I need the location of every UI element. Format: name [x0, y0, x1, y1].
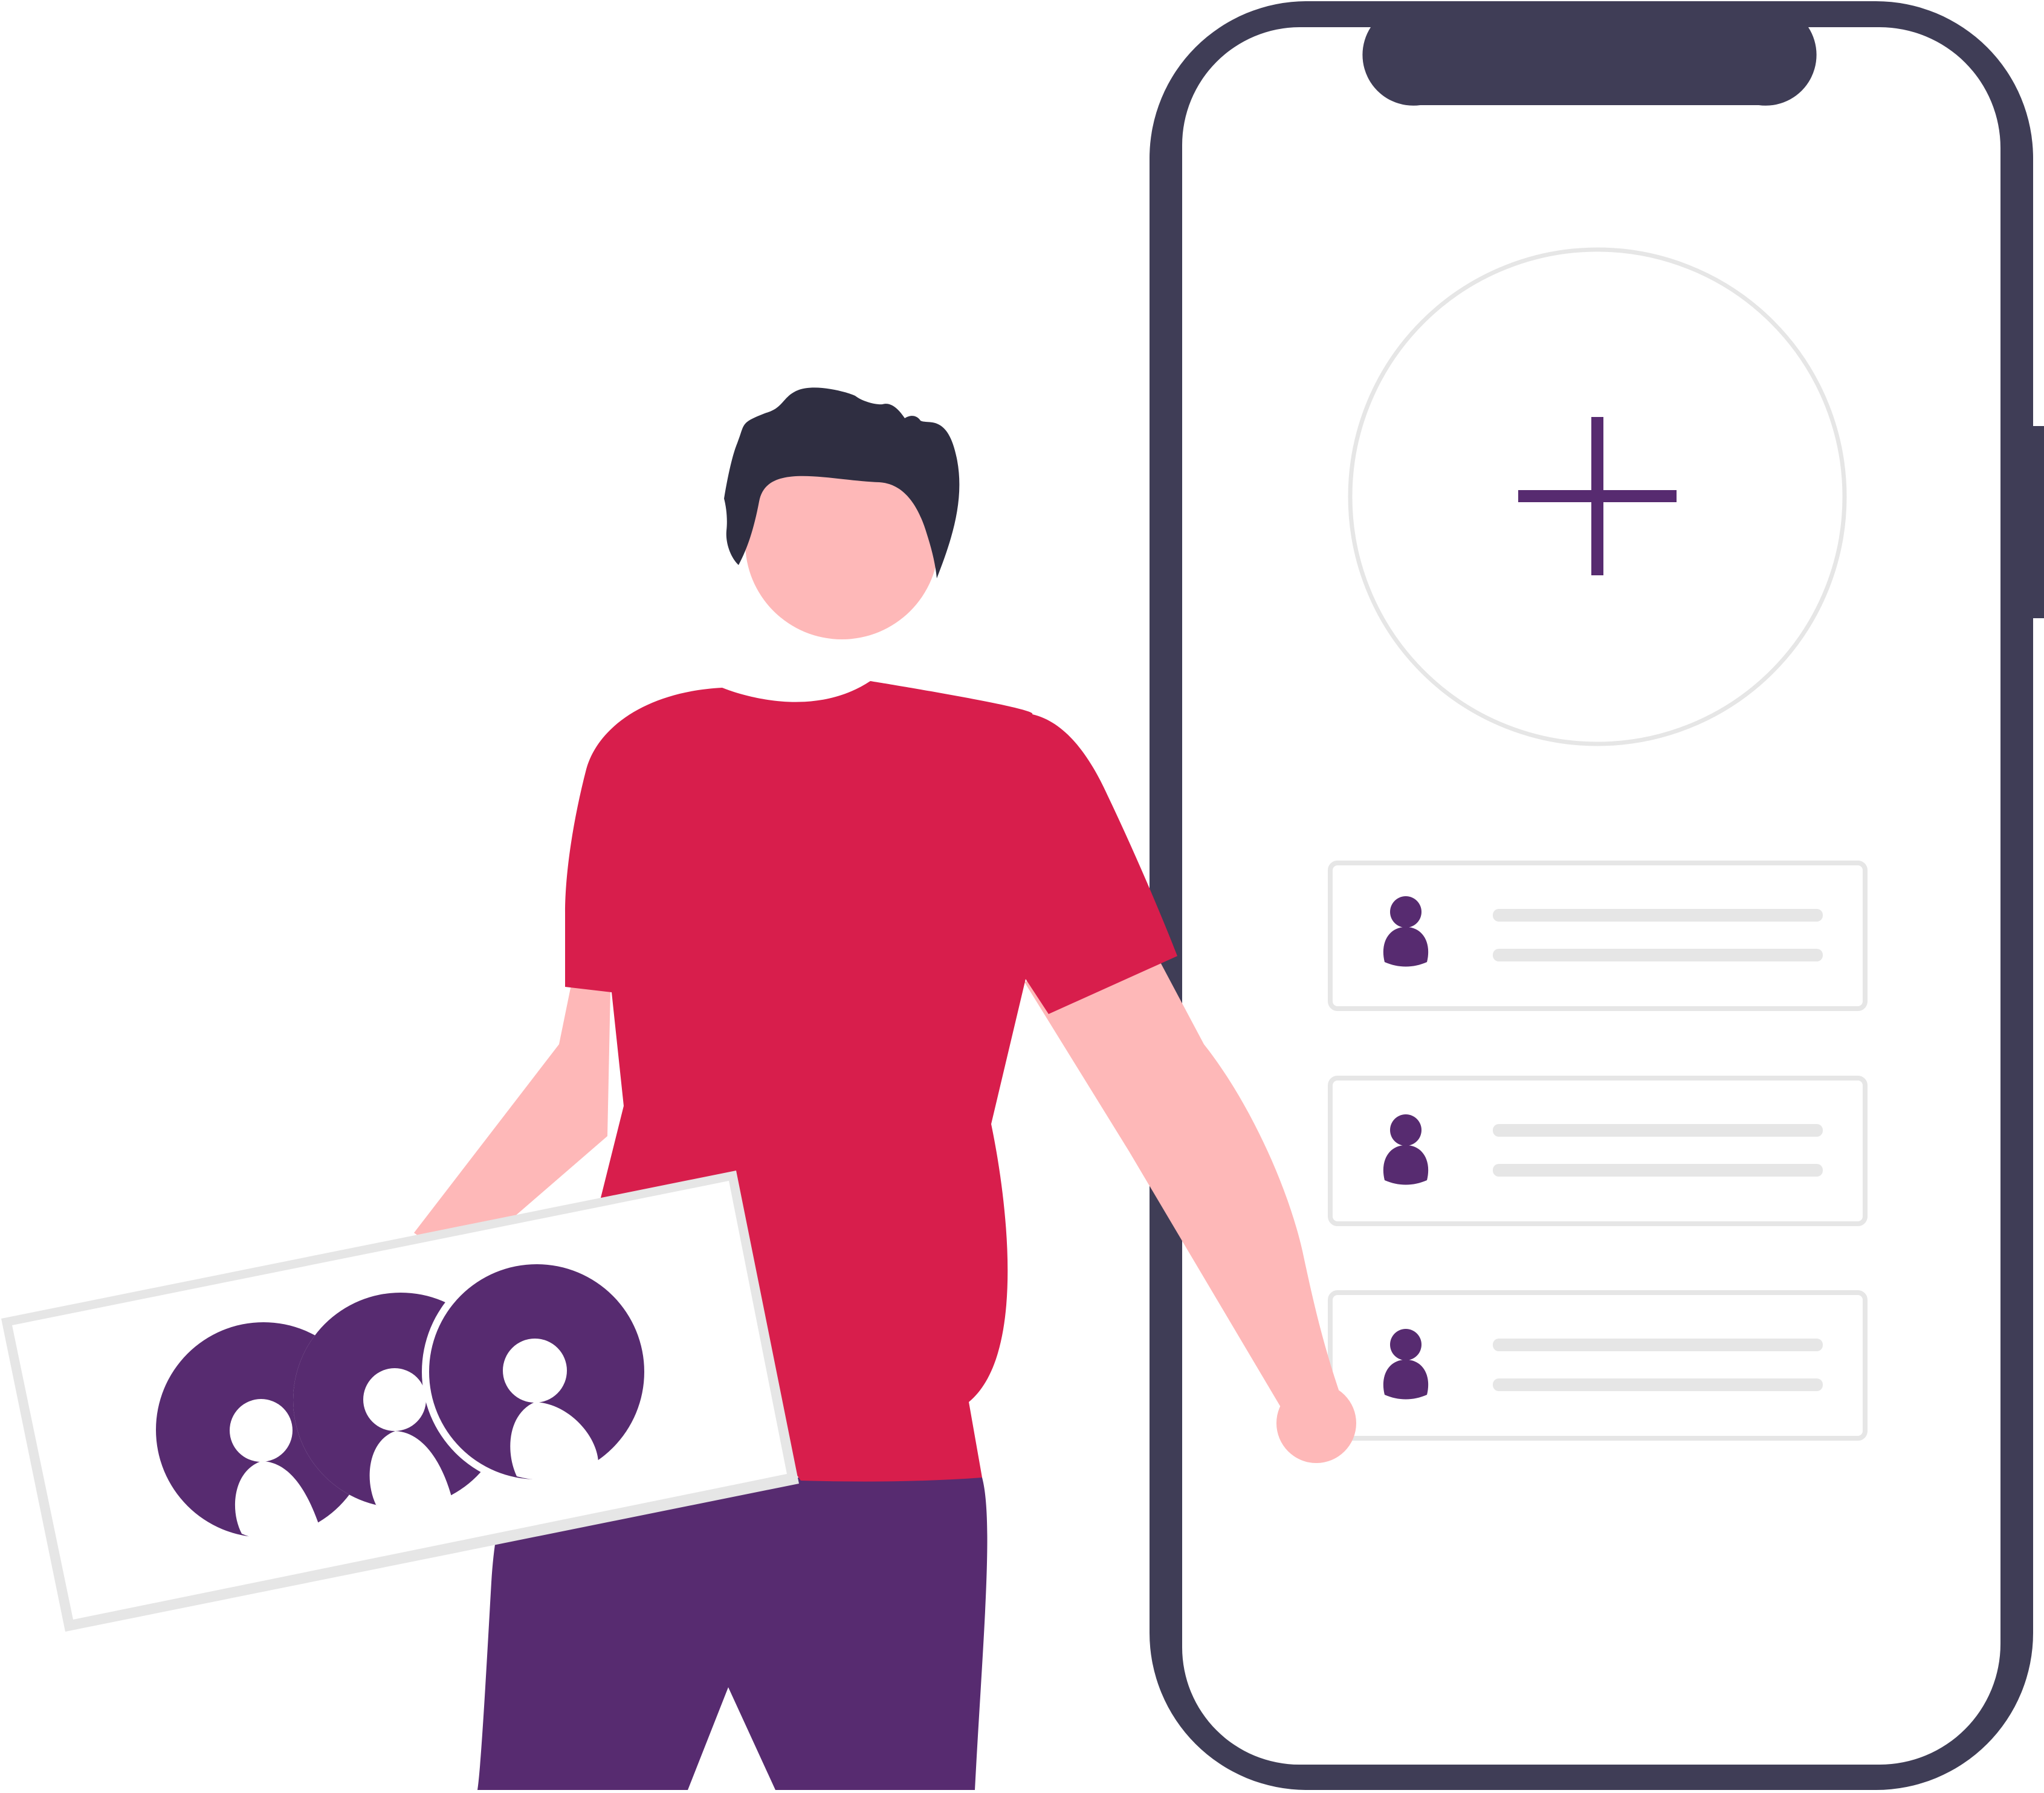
contact-detail-placeholder [1493, 1378, 1823, 1391]
phone [1150, 1, 2044, 1790]
contact-detail-placeholder [1493, 1164, 1823, 1177]
person-right-hand [1276, 1383, 1356, 1463]
contact-name-placeholder [1493, 1124, 1823, 1137]
contact-name-placeholder [1493, 1339, 1823, 1351]
contact-detail-placeholder [1493, 949, 1823, 961]
person-icon [422, 1257, 652, 1487]
contact-card[interactable] [1328, 1290, 1868, 1441]
contact-card[interactable] [1328, 861, 1868, 1011]
contact-name-placeholder [1493, 909, 1823, 922]
phone-side-button [2032, 426, 2044, 618]
illustration-canvas [1, 1, 2044, 1790]
contact-card[interactable] [1328, 1076, 1868, 1226]
contact-list [1328, 861, 1868, 1441]
